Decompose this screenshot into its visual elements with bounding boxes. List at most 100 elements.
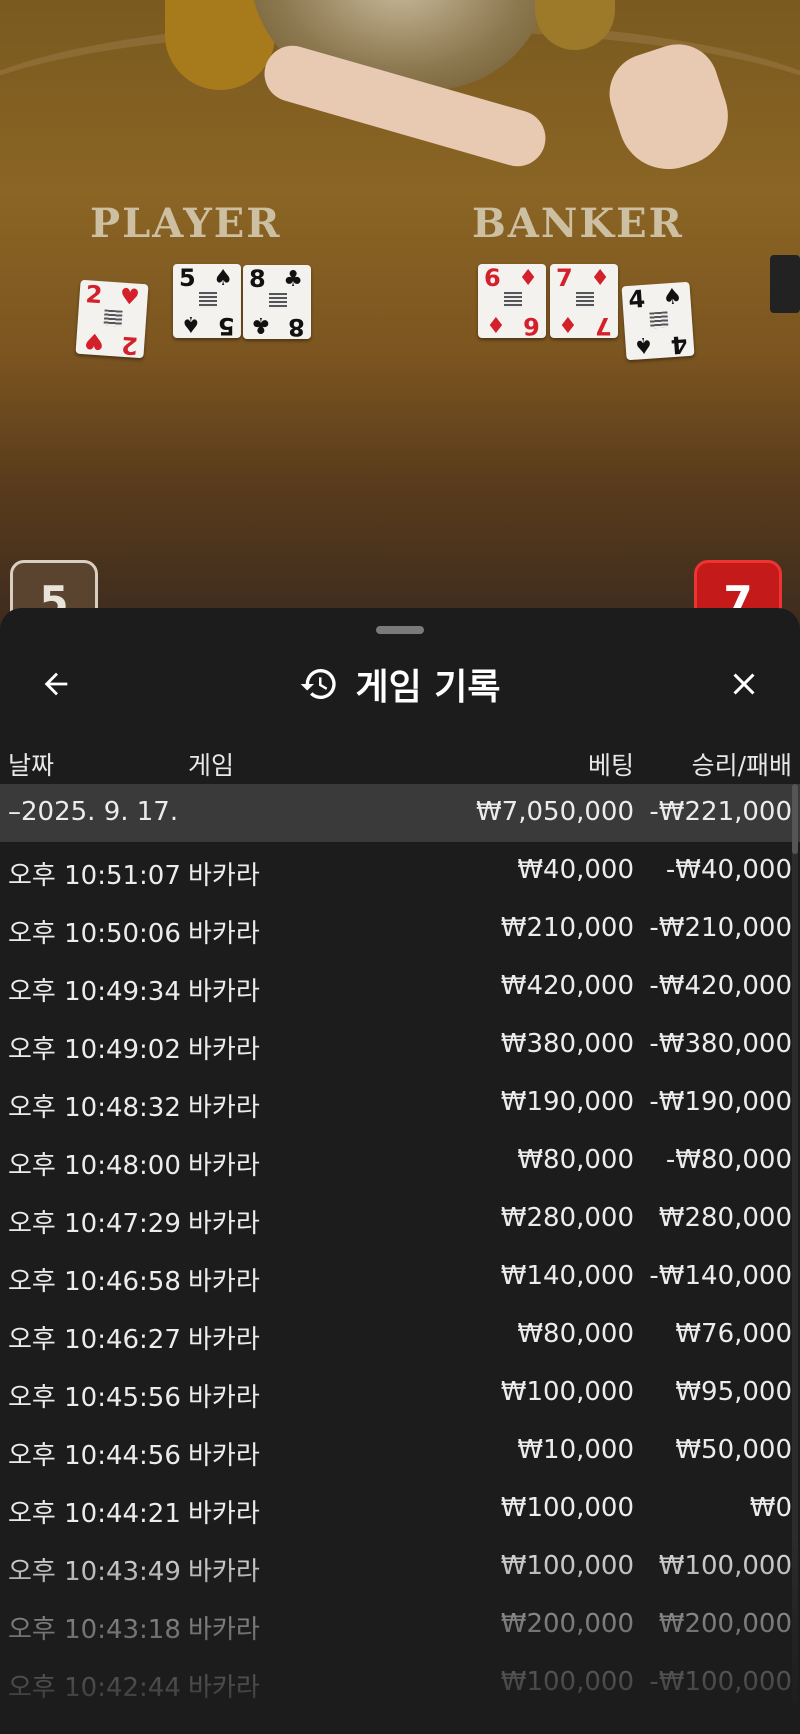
row-bet: ₩380,000 — [500, 1029, 634, 1059]
row-time: 오후 10:44:56 — [8, 1441, 181, 1471]
playing-card: 5 ♠ 5 ♠ — [173, 264, 241, 340]
card-suit: ♠ — [181, 311, 201, 336]
column-header-result[interactable]: 승리/패배 — [692, 746, 792, 782]
card-rank: 7 — [595, 312, 612, 340]
row-result: -₩40,000 — [665, 855, 792, 885]
row-time: 오후 10:48:32 — [8, 1093, 181, 1123]
card-suit: ♦ — [558, 311, 578, 336]
playing-card: 7 ♦ 7 ♦ — [550, 264, 618, 340]
row-game: 바카라 — [188, 1615, 260, 1645]
sheet-title: 게임 기록 — [355, 667, 501, 708]
history-row[interactable]: 오후 10:48:00 바카라 ₩80,000 -₩80,000 — [0, 1132, 800, 1190]
row-game: 바카라 — [188, 861, 260, 891]
scrollbar-thumb[interactable] — [792, 784, 798, 854]
card-rank: 5 — [179, 264, 196, 292]
row-result: ₩50,000 — [675, 1435, 792, 1465]
history-row[interactable]: 오후 10:49:02 바카라 ₩380,000 -₩380,000 — [0, 1016, 800, 1074]
card-barcode — [649, 311, 669, 329]
column-header-date[interactable]: 날짜 — [8, 746, 54, 782]
history-row[interactable]: 오후 10:44:56 바카라 ₩10,000 ₩50,000 — [0, 1422, 800, 1480]
card-barcode — [103, 309, 123, 327]
row-time: 오후 10:44:21 — [8, 1499, 181, 1529]
history-row[interactable]: 오후 10:45:56 바카라 ₩100,000 ₩95,000 — [0, 1364, 800, 1422]
card-barcode — [504, 292, 522, 308]
row-game: 바카라 — [188, 1035, 260, 1065]
close-icon — [733, 673, 755, 695]
row-time: 오후 10:49:34 — [8, 977, 181, 1007]
history-row[interactable]: 오후 10:44:21 바카라 ₩100,000 ₩0 — [0, 1480, 800, 1538]
row-result: -₩140,000 — [649, 1261, 792, 1291]
row-result: -₩380,000 — [649, 1029, 792, 1059]
history-row[interactable]: 오후 10:49:34 바카라 ₩420,000 -₩420,000 — [0, 958, 800, 1016]
row-result: ₩76,000 — [675, 1319, 792, 1349]
row-result: -₩100,000 — [649, 1667, 792, 1697]
card-barcode — [199, 292, 217, 308]
card-barcode — [269, 293, 287, 309]
row-time: 오후 10:49:02 — [8, 1035, 181, 1065]
row-bet: ₩280,000 — [500, 1203, 634, 1233]
sheet-drag-handle[interactable] — [376, 626, 424, 634]
card-suit: ♣ — [283, 267, 303, 292]
row-time: 오후 10:48:00 — [8, 1151, 181, 1181]
card-rank: 5 — [218, 312, 235, 340]
card-suit: ♦ — [486, 311, 506, 336]
history-row[interactable]: 오후 10:43:49 바카라 ₩100,000 ₩100,000 — [0, 1538, 800, 1596]
row-time: 오후 10:50:06 — [8, 919, 181, 949]
card-suit: ♣ — [251, 312, 271, 337]
history-icon — [301, 669, 337, 699]
live-table-video: PLAYER BANKER 2 ♥ 2 ♥ 5 ♠ 5 ♠ 8 ♣ 8 ♣ 6 ♦ 6 ♦ 7 ♦ 7 ♦ 4 ♠ 4 ♠ … — [0, 0, 800, 640]
row-game: 바카라 — [188, 1325, 260, 1355]
card-rank: 2 — [84, 280, 104, 310]
card-rank: 4 — [627, 284, 647, 314]
date-group-row[interactable]: –2025. 9. 17. ₩7,050,000 -₩221,000 — [0, 784, 800, 842]
row-result: -₩80,000 — [665, 1145, 792, 1175]
history-row[interactable]: 오후 10:46:27 바카라 ₩80,000 ₩76,000 — [0, 1306, 800, 1364]
row-game: 바카라 — [188, 1441, 260, 1471]
card-rank: 6 — [484, 264, 501, 292]
row-game: 바카라 — [188, 1557, 260, 1587]
banker-zone-label: BANKER — [472, 200, 684, 247]
history-row[interactable]: 오후 10:50:06 바카라 ₩210,000 -₩210,000 — [0, 900, 800, 958]
history-row[interactable]: 오후 10:43:18 바카라 ₩200,000 ₩200,000 — [0, 1596, 800, 1654]
sheet-title-group: 게임 기록 — [0, 658, 800, 710]
row-game: 바카라 — [188, 1499, 260, 1529]
history-row[interactable]: 오후 10:46:58 바카라 ₩140,000 -₩140,000 — [0, 1248, 800, 1306]
history-table-header: 날짜 게임 베팅 승리/패배 — [0, 736, 800, 786]
close-button[interactable] — [716, 656, 772, 712]
row-time: 오후 10:45:56 — [8, 1383, 181, 1413]
history-row[interactable]: 오후 10:42:44 바카라 ₩100,000 -₩100,000 — [0, 1654, 800, 1712]
card-suit: ♠ — [661, 284, 684, 311]
card-suit: ♥ — [118, 284, 141, 311]
row-result: ₩95,000 — [675, 1377, 792, 1407]
card-suit: ♥ — [83, 327, 106, 354]
card-suit: ♦ — [590, 266, 610, 291]
date-group-result-total: -₩221,000 — [649, 797, 792, 827]
card-rank: 2 — [120, 330, 140, 360]
scrollbar-track[interactable] — [792, 784, 798, 1704]
row-bet: ₩80,000 — [517, 1319, 634, 1349]
history-row[interactable]: 오후 10:47:29 바카라 ₩280,000 ₩280,000 — [0, 1190, 800, 1248]
date-group-date: –2025. 9. 17. — [8, 797, 179, 827]
row-bet: ₩80,000 — [517, 1145, 634, 1175]
row-result: -₩210,000 — [649, 913, 792, 943]
card-rank: 6 — [523, 312, 540, 340]
row-time: 오후 10:46:58 — [8, 1267, 181, 1297]
row-game: 바카라 — [188, 1673, 260, 1703]
column-header-bet[interactable]: 베팅 — [588, 746, 634, 782]
card-shoe — [770, 255, 800, 313]
column-header-game[interactable]: 게임 — [188, 746, 234, 782]
game-history-sheet: 게임 기록 날짜 게임 베팅 승리/패배 –2025. 9. 17. ₩7,05… — [0, 608, 800, 1734]
player-zone-label: PLAYER — [90, 200, 282, 247]
row-game: 바카라 — [188, 919, 260, 949]
playing-card: 6 ♦ 6 ♦ — [478, 264, 546, 340]
history-row[interactable]: 오후 10:48:32 바카라 ₩190,000 -₩190,000 — [0, 1074, 800, 1132]
row-bet: ₩40,000 — [517, 855, 634, 885]
row-result: ₩100,000 — [658, 1551, 792, 1581]
card-suit: ♦ — [518, 266, 538, 291]
row-result: ₩200,000 — [658, 1609, 792, 1639]
row-result: ₩0 — [749, 1493, 792, 1523]
history-row[interactable]: 오후 10:51:07 바카라 ₩40,000 -₩40,000 — [0, 842, 800, 900]
row-game: 바카라 — [188, 1267, 260, 1297]
card-rank: 4 — [670, 330, 689, 360]
row-game: 바카라 — [188, 1383, 260, 1413]
